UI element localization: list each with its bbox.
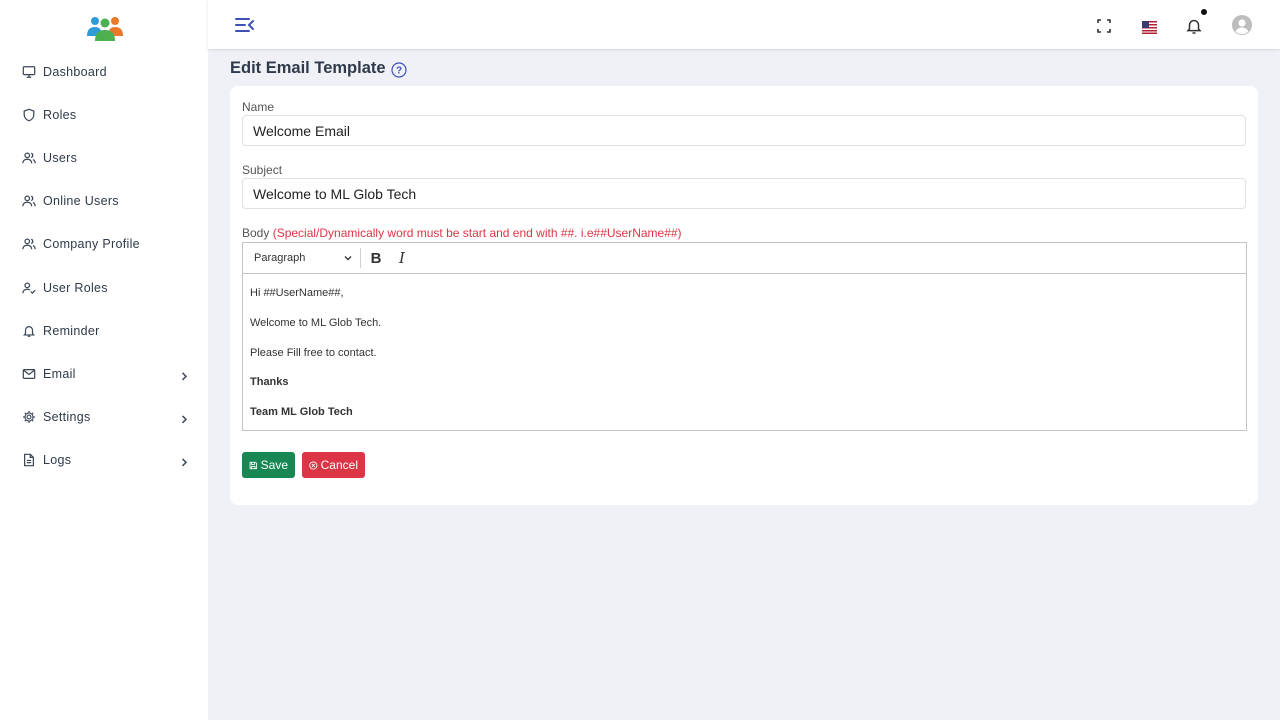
users-icon xyxy=(21,236,37,252)
sidebar-item-label: Email xyxy=(43,366,76,381)
svg-text:?: ? xyxy=(396,66,402,77)
editor-content[interactable]: Hi ##UserName##, Welcome to ML Glob Tech… xyxy=(243,275,1246,430)
sidebar-item-label: Reminder xyxy=(43,323,100,338)
editor-line: Hi ##UserName##, xyxy=(250,287,344,299)
cancel-button[interactable]: Cancel xyxy=(302,452,365,478)
top-bar xyxy=(208,0,1280,49)
sidebar-item-reminder[interactable]: Reminder xyxy=(0,309,208,352)
file-icon xyxy=(21,452,37,468)
name-input[interactable] xyxy=(242,115,1246,146)
menu-collapse-icon[interactable] xyxy=(232,14,256,36)
body-label: Body (Special/Dynamically word must be s… xyxy=(242,226,682,240)
sidebar-item-roles[interactable]: Roles xyxy=(0,93,208,136)
cancel-circle-icon xyxy=(309,460,318,470)
sidebar-item-dashboard[interactable]: Dashboard xyxy=(0,50,208,93)
sidebar-item-label: Users xyxy=(43,150,78,165)
sidebar-item-label: Roles xyxy=(43,107,77,122)
notification-bell-icon[interactable] xyxy=(1185,16,1203,36)
gear-icon xyxy=(21,409,37,425)
page-title: Edit Email Template ? xyxy=(230,59,407,78)
italic-button[interactable]: I xyxy=(391,247,413,269)
fullscreen-icon[interactable] xyxy=(1095,17,1113,35)
chevron-right-icon xyxy=(181,415,188,424)
rich-text-editor: Paragraph B I Hi ##UserName##, Welcome t… xyxy=(242,242,1247,431)
sidebar-item-label: Logs xyxy=(43,453,72,468)
sidebar-item-label: Settings xyxy=(43,410,91,425)
sidebar-item-label: Dashboard xyxy=(43,64,107,79)
subject-input[interactable] xyxy=(242,178,1246,209)
chevron-right-icon xyxy=(181,458,188,467)
chevron-right-icon xyxy=(181,372,188,381)
logo-icon xyxy=(87,17,123,41)
users-icon xyxy=(21,150,37,166)
toolbar-divider xyxy=(360,248,361,268)
sidebar: Dashboard Roles Users Online Users Compa… xyxy=(0,0,208,720)
block-format-dropdown[interactable]: Paragraph xyxy=(245,246,355,270)
help-icon[interactable]: ? xyxy=(390,62,407,78)
sidebar-item-user-roles[interactable]: User Roles xyxy=(0,266,208,309)
bell-icon xyxy=(21,323,37,339)
shield-icon xyxy=(21,107,37,123)
cancel-button-label: Cancel xyxy=(320,458,358,472)
editor-line-bold: Team ML Glob Tech xyxy=(250,406,353,419)
editor-line: Please Fill free to contact. xyxy=(250,346,377,359)
name-label: Name xyxy=(242,100,275,114)
editor-toolbar: Paragraph B I xyxy=(243,243,1246,274)
mail-icon xyxy=(21,366,37,382)
floppy-disk-icon xyxy=(249,461,257,469)
sidebar-item-online-users[interactable]: Online Users xyxy=(0,180,208,223)
monitor-icon xyxy=(21,64,37,80)
page-title-text: Edit Email Template xyxy=(230,59,386,77)
sidebar-item-users[interactable]: Users xyxy=(0,136,208,179)
subject-label: Subject xyxy=(242,163,283,177)
sidebar-item-label: Online Users xyxy=(43,194,119,209)
body-hint: (Special/Dynamically word must be start … xyxy=(272,226,682,240)
chevron-down-icon xyxy=(344,256,352,261)
save-button-label: Save xyxy=(260,458,288,472)
sidebar-item-label: User Roles xyxy=(43,280,108,295)
user-check-icon xyxy=(21,280,37,296)
editor-line: Welcome to ML Glob Tech. xyxy=(250,316,382,329)
editor-line-bold: Thanks xyxy=(250,376,289,389)
save-button[interactable]: Save xyxy=(242,452,295,478)
sidebar-item-email[interactable]: Email xyxy=(0,352,208,395)
us-flag-icon[interactable] xyxy=(1141,20,1157,34)
sidebar-nav: Dashboard Roles Users Online Users Compa… xyxy=(0,50,208,482)
body-label-text: Body xyxy=(242,226,270,240)
sidebar-item-settings[interactable]: Settings xyxy=(0,396,208,439)
block-format-value: Paragraph xyxy=(254,252,306,264)
bold-button[interactable]: B xyxy=(365,247,387,269)
notification-dot xyxy=(1201,9,1207,15)
sidebar-item-label: Company Profile xyxy=(43,237,140,252)
avatar-icon[interactable] xyxy=(1232,15,1252,35)
sidebar-item-logs[interactable]: Logs xyxy=(0,439,208,482)
sidebar-item-company-profile[interactable]: Company Profile xyxy=(0,223,208,266)
users-icon xyxy=(21,193,37,209)
